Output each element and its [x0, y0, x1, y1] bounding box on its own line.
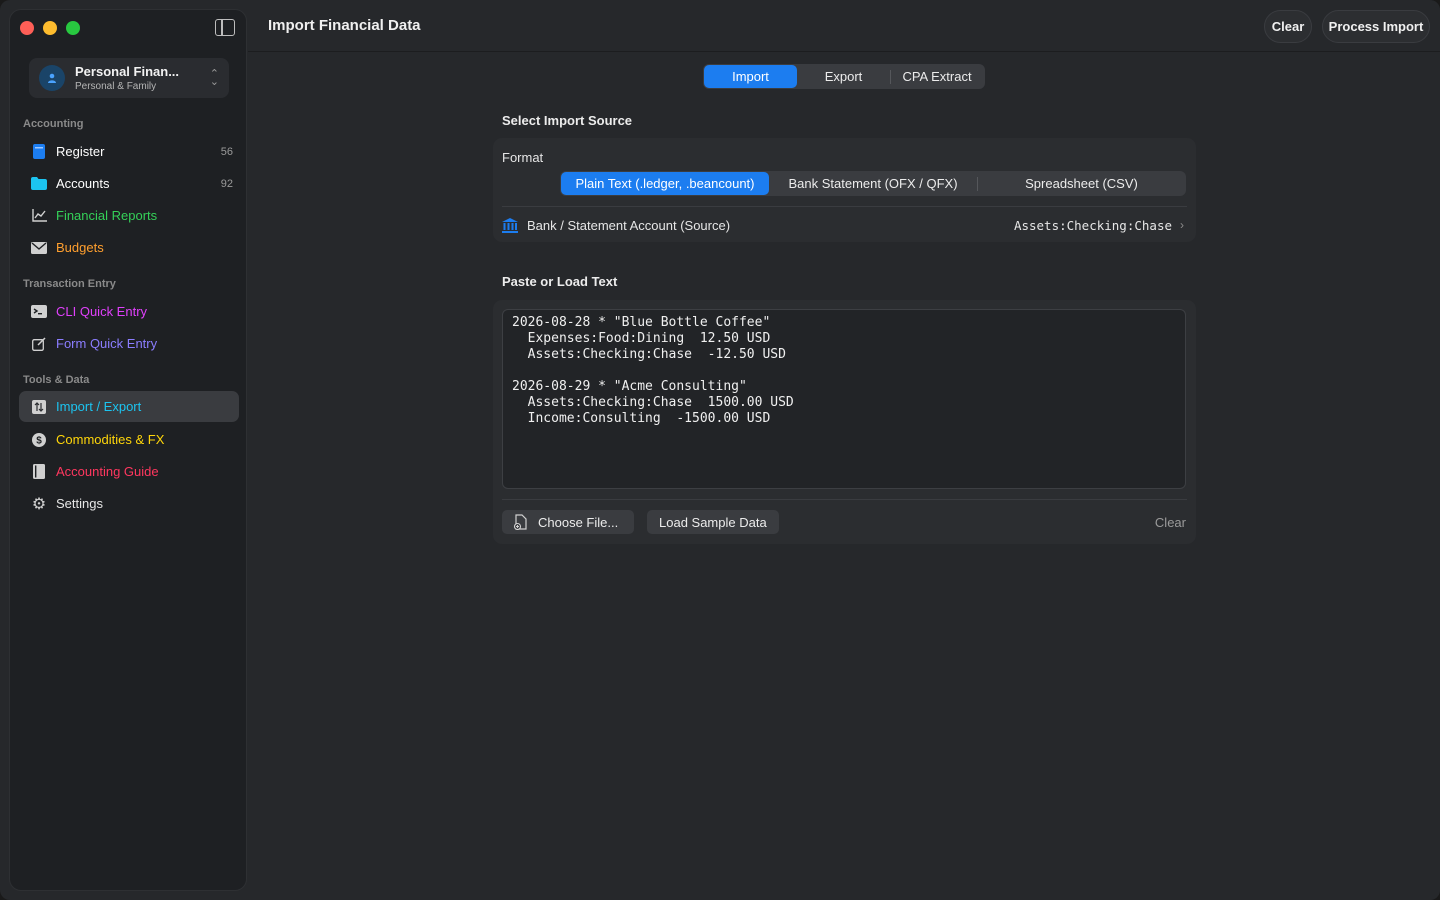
choose-file-button[interactable]: Choose File... — [502, 510, 634, 534]
item-count-badge: 92 — [220, 177, 233, 190]
sidebar-item-label: Financial Reports — [56, 208, 158, 223]
sidebar-item-financial-reports[interactable]: Financial Reports — [19, 200, 239, 231]
choose-file-label: Choose File... — [538, 514, 619, 530]
envelope-icon — [31, 240, 47, 256]
sidebar-item-accounts[interactable]: Accounts 92 — [19, 168, 239, 199]
section-title-tools-data: Tools & Data — [23, 374, 90, 386]
sidebar-item-commodities-fx[interactable]: $ Commodities & FX — [19, 424, 239, 455]
sidebar-item-cli-quick-entry[interactable]: CLI Quick Entry — [19, 296, 239, 327]
import-source-heading: Select Import Source — [502, 113, 633, 128]
sidebar-item-label: Accounts — [56, 176, 110, 191]
sidebar-item-settings[interactable]: ⚙ Settings — [19, 488, 239, 519]
edit-icon — [31, 336, 47, 352]
tab-import[interactable]: Import — [704, 65, 797, 88]
source-account-row[interactable]: Bank / Statement Account (Source) Assets… — [502, 215, 1184, 235]
row-divider — [502, 499, 1187, 500]
gear-icon: ⚙ — [31, 495, 47, 513]
import-text-editor[interactable]: 2026-08-28 * "Blue Bottle Coffee" Expens… — [502, 309, 1186, 489]
clear-button[interactable]: Clear — [1264, 10, 1312, 43]
sidebar-item-accounting-guide[interactable]: Accounting Guide — [19, 456, 239, 487]
format-spreadsheet[interactable]: Spreadsheet (CSV) — [978, 172, 1185, 195]
paste-card: 2026-08-28 * "Blue Bottle Coffee" Expens… — [493, 300, 1196, 544]
profile-name: Personal Finan... — [75, 64, 180, 79]
source-account-label: Bank / Statement Account (Source) — [527, 217, 731, 233]
window-controls — [20, 21, 80, 35]
svg-text:$: $ — [36, 435, 42, 446]
sidebar-item-label: Form Quick Entry — [56, 336, 158, 351]
sidebar: Personal Finan... Personal & Family ⌃ ⌄ A… — [9, 9, 247, 891]
load-sample-data-button[interactable]: Load Sample Data — [647, 510, 779, 534]
clear-text-button[interactable]: Clear — [1155, 515, 1186, 530]
import-source-card: Format Plain Text (.ledger, .beancount) … — [493, 138, 1196, 242]
page-title: Import Financial Data — [268, 17, 421, 34]
import-export-icon — [31, 399, 47, 415]
sidebar-item-label: Register — [56, 144, 105, 159]
sidebar-item-budgets[interactable]: Budgets — [19, 232, 239, 263]
sidebar-item-label: Commodities & FX — [56, 432, 165, 447]
item-count-badge: 56 — [220, 145, 233, 158]
dollar-circle-icon: $ — [31, 432, 47, 448]
document-add-icon — [514, 514, 528, 530]
process-import-button[interactable]: Process Import — [1322, 10, 1430, 43]
sidebar-item-label: Budgets — [56, 240, 104, 255]
person-icon — [39, 65, 65, 91]
mode-tabs: Import Export CPA Extract — [703, 64, 985, 89]
section-title-accounting: Accounting — [23, 118, 84, 130]
terminal-icon — [31, 304, 47, 320]
format-selector: Plain Text (.ledger, .beancount) Bank St… — [560, 171, 1186, 196]
bank-icon — [502, 217, 518, 233]
guide-book-icon — [31, 464, 47, 480]
sidebar-item-label: CLI Quick Entry — [56, 304, 148, 319]
book-icon — [31, 144, 47, 160]
format-bank-statement[interactable]: Bank Statement (OFX / QFX) — [769, 172, 977, 195]
section-title-transaction-entry: Transaction Entry — [23, 278, 116, 290]
zoom-window-button[interactable] — [66, 21, 80, 35]
sidebar-item-label: Import / Export — [56, 399, 142, 414]
format-label: Format — [502, 150, 544, 165]
app-window: Personal Finan... Personal & Family ⌃ ⌄ A… — [0, 0, 1440, 900]
minimize-window-button[interactable] — [43, 21, 57, 35]
chevron-updown-icon: ⌃ ⌄ — [209, 68, 219, 88]
sidebar-item-register[interactable]: Register 56 — [19, 136, 239, 167]
format-plain-text[interactable]: Plain Text (.ledger, .beancount) — [561, 172, 769, 195]
sidebar-item-label: Accounting Guide — [56, 464, 159, 479]
chevron-right-icon: › — [1180, 218, 1184, 232]
sidebar-item-form-quick-entry[interactable]: Form Quick Entry — [19, 328, 239, 359]
row-divider — [502, 206, 1187, 207]
profile-switcher[interactable]: Personal Finan... Personal & Family ⌃ ⌄ — [29, 58, 229, 98]
tab-cpa-extract[interactable]: CPA Extract — [891, 65, 983, 88]
paste-heading: Paste or Load Text — [502, 274, 618, 289]
sidebar-item-label: Settings — [56, 496, 103, 511]
source-account-value: Assets:Checking:Chase — [1013, 217, 1172, 233]
close-window-button[interactable] — [20, 21, 34, 35]
profile-subtitle: Personal & Family — [75, 81, 157, 92]
tab-export[interactable]: Export — [797, 65, 890, 88]
folder-icon — [31, 176, 47, 192]
sidebar-toggle-icon[interactable] — [215, 19, 235, 36]
chart-line-icon — [31, 208, 47, 224]
header-divider — [248, 51, 1440, 52]
sidebar-item-import-export[interactable]: Import / Export — [19, 391, 239, 422]
